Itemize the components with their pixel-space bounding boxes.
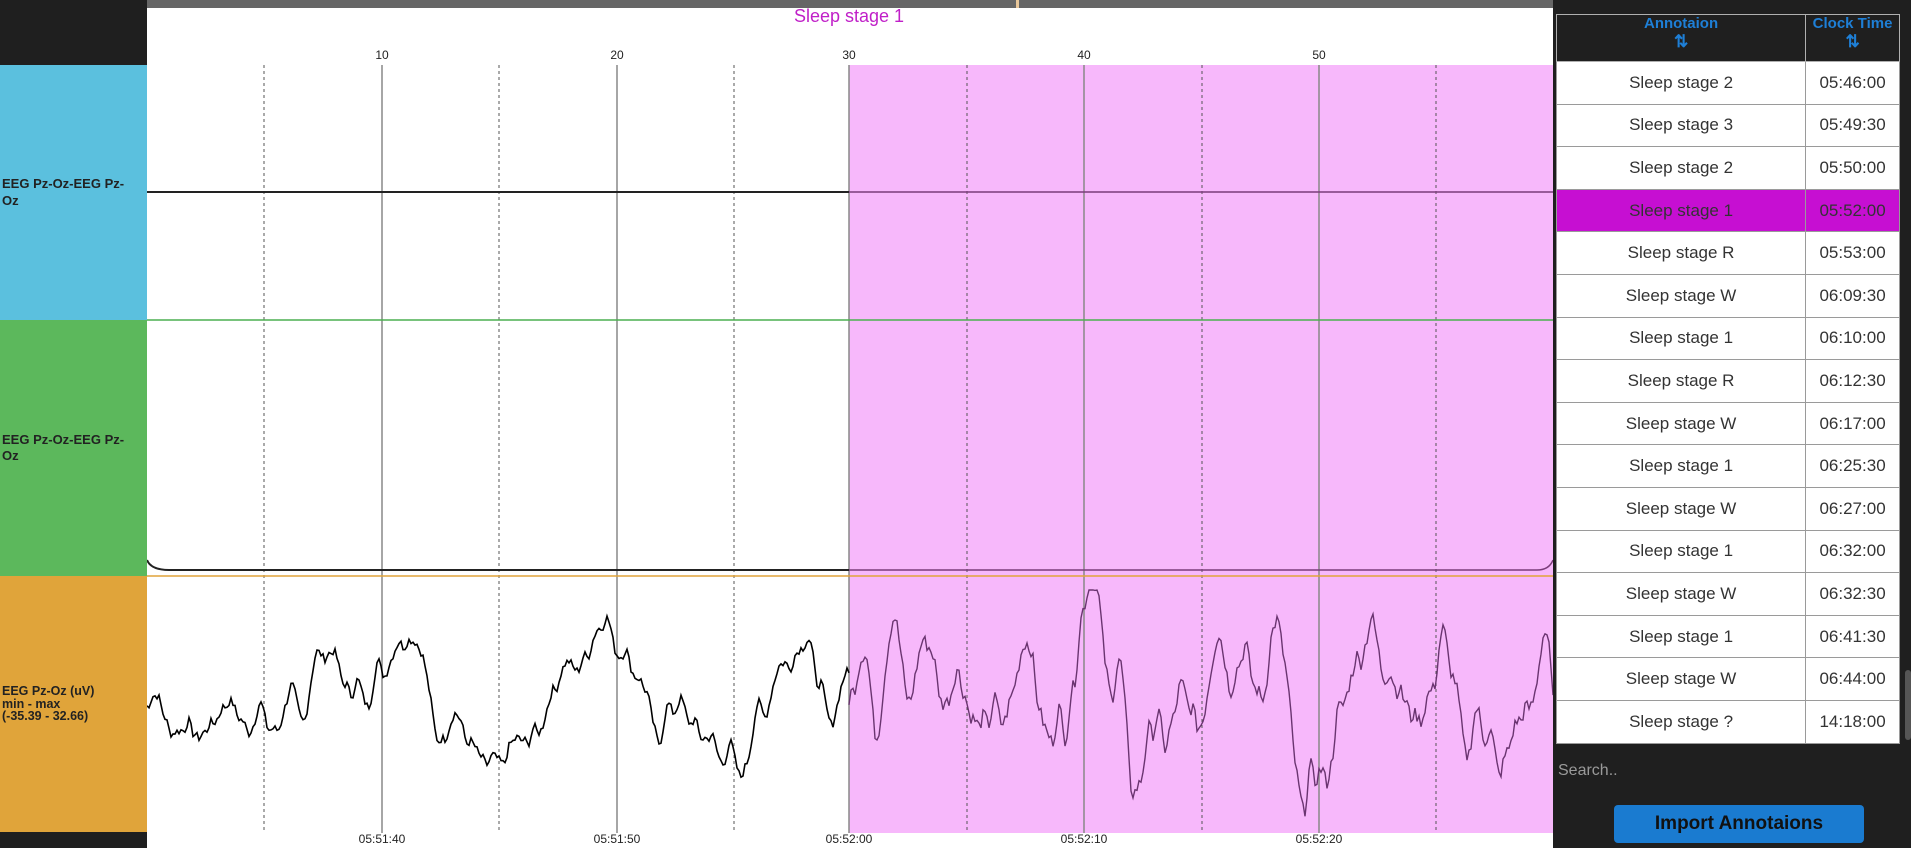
- annotation-cell[interactable]: Sleep stage 1: [1555, 188, 1807, 233]
- annotation-cell[interactable]: Sleep stage 1: [1555, 444, 1807, 488]
- annotation-row[interactable]: Sleep stage R 05:53:00: [1555, 231, 1900, 275]
- clock-time-column-label: Clock Time: [1812, 15, 1893, 32]
- annotation-row[interactable]: Sleep stage W 06:17:00: [1555, 401, 1900, 446]
- annotation-row[interactable]: Sleep stage 1 06:32:00: [1555, 529, 1900, 574]
- time-tick-label: 05:52:20: [1296, 832, 1343, 846]
- seconds-tick-label: 10: [375, 48, 389, 62]
- import-annotations-button[interactable]: Import Annotaions: [1614, 805, 1864, 843]
- annotation-side-panel: Annotaion ⇅ Clock Time ⇅ Sleep stage 2 05:4…: [1553, 0, 1911, 848]
- annotation-cell[interactable]: Sleep stage 1: [1555, 614, 1807, 659]
- seconds-tick-label: 50: [1312, 48, 1326, 62]
- annotation-cell[interactable]: Sleep stage R: [1555, 359, 1807, 403]
- clock-time-cell[interactable]: 06:44:00: [1805, 657, 1900, 701]
- annotation-row[interactable]: Sleep stage 1 05:52:00: [1555, 188, 1900, 233]
- clock-time-cell[interactable]: 06:32:00: [1805, 529, 1900, 574]
- annotation-row[interactable]: Sleep stage 1 06:41:30: [1555, 614, 1900, 659]
- annotation-row[interactable]: Sleep stage W 06:44:00: [1555, 657, 1900, 701]
- annotation-cell[interactable]: Sleep stage 2: [1555, 146, 1807, 190]
- channel-label-2: EEG Pz-Oz-EEG Pz- Oz: [0, 320, 147, 576]
- clock-time-cell[interactable]: 05:49:30: [1805, 103, 1900, 148]
- clock-time-cell[interactable]: 14:18:00: [1805, 699, 1900, 744]
- clock-time-cell[interactable]: 06:41:30: [1805, 614, 1900, 659]
- channel-labels-panel: EEG Pz-Oz-EEG Pz- Oz EEG Pz-Oz-EEG Pz- O…: [0, 0, 147, 848]
- annotation-row[interactable]: Sleep stage W 06:09:30: [1555, 273, 1900, 318]
- annotation-row[interactable]: Sleep stage 2 05:46:00: [1555, 61, 1900, 105]
- time-tick-label: 05:51:50: [594, 832, 641, 846]
- clock-time-cell[interactable]: 06:25:30: [1805, 444, 1900, 488]
- channel-label-3-text: EEG Pz-Oz (uV) min - max (-35.39 - 32.66…: [2, 684, 95, 724]
- annotation-column-header[interactable]: Annotaion ⇅: [1555, 14, 1807, 62]
- clock-time-cell[interactable]: 05:50:00: [1805, 146, 1900, 190]
- clock-time-cell[interactable]: 05:52:00: [1805, 188, 1900, 233]
- annotation-row[interactable]: Sleep stage 3 05:49:30: [1555, 103, 1900, 148]
- annotation-cell[interactable]: Sleep stage 3: [1555, 103, 1807, 148]
- table-scrollbar[interactable]: [1905, 670, 1911, 740]
- clock-time-cell[interactable]: 06:17:00: [1805, 401, 1900, 446]
- annotation-row[interactable]: Sleep stage ? 14:18:00: [1555, 699, 1900, 744]
- seconds-tick-label: 20: [610, 48, 624, 62]
- time-tick-label: 05:52:00: [826, 832, 873, 846]
- annotation-cell[interactable]: Sleep stage W: [1555, 401, 1807, 446]
- annotation-cell[interactable]: Sleep stage R: [1555, 231, 1807, 275]
- annotation-table: Annotaion ⇅ Clock Time ⇅ Sleep stage 2 05:4…: [1555, 14, 1900, 744]
- clock-time-column-header[interactable]: Clock Time ⇅: [1805, 14, 1900, 62]
- annotation-cell[interactable]: Sleep stage W: [1555, 572, 1807, 616]
- clock-time-cell[interactable]: 06:32:30: [1805, 572, 1900, 616]
- search-input[interactable]: [1556, 753, 1888, 787]
- clock-time-cell[interactable]: 06:12:30: [1805, 359, 1900, 403]
- clock-time-cell[interactable]: 05:46:00: [1805, 61, 1900, 105]
- signal-plot-svg[interactable]: Sleep stage 1 10 20 30 40 50 05:51:40 05:51:50…: [147, 0, 1553, 848]
- clock-time-cell[interactable]: 05:53:00: [1805, 231, 1900, 275]
- seconds-tick-label: 30: [842, 48, 856, 62]
- time-scrollbar-marker[interactable]: [1016, 0, 1019, 8]
- seconds-tick-label: 40: [1077, 48, 1091, 62]
- time-tick-label: 05:51:40: [359, 832, 406, 846]
- channel-label-1: EEG Pz-Oz-EEG Pz- Oz: [0, 65, 147, 320]
- annotation-column-label: Annotaion: [1643, 15, 1719, 32]
- channel-label-3: EEG Pz-Oz (uV) min - max (-35.39 - 32.66…: [0, 576, 147, 832]
- annotation-cell[interactable]: Sleep stage 2: [1555, 61, 1807, 105]
- annotation-row[interactable]: Sleep stage W 06:32:30: [1555, 572, 1900, 616]
- annotation-highlight-region[interactable]: [849, 65, 1553, 833]
- clock-time-cell[interactable]: 06:10:00: [1805, 316, 1900, 361]
- sort-arrows-icon[interactable]: ⇅: [1806, 33, 1899, 50]
- clock-time-cell[interactable]: 06:09:30: [1805, 273, 1900, 318]
- annotation-table-header: Annotaion ⇅ Clock Time ⇅: [1555, 14, 1900, 62]
- annotation-cell[interactable]: Sleep stage W: [1555, 486, 1807, 531]
- sort-arrows-icon[interactable]: ⇅: [1557, 33, 1805, 50]
- channel-label-2-text: EEG Pz-Oz-EEG Pz- Oz: [2, 431, 125, 463]
- annotation-row[interactable]: Sleep stage 1 06:25:30: [1555, 444, 1900, 488]
- annotation-title: Sleep stage 1: [794, 6, 904, 26]
- clock-time-cell[interactable]: 06:27:00: [1805, 486, 1900, 531]
- annotation-cell[interactable]: Sleep stage W: [1555, 273, 1807, 318]
- annotation-row[interactable]: Sleep stage 2 05:50:00: [1555, 146, 1900, 190]
- channel-label-1-text: EEG Pz-Oz-EEG Pz- Oz: [2, 176, 125, 208]
- annotation-cell[interactable]: Sleep stage W: [1555, 657, 1807, 701]
- annotation-row[interactable]: Sleep stage R 06:12:30: [1555, 359, 1900, 403]
- annotation-row[interactable]: Sleep stage 1 06:10:00: [1555, 316, 1900, 361]
- annotation-cell[interactable]: Sleep stage 1: [1555, 316, 1807, 361]
- annotation-cell[interactable]: Sleep stage ?: [1555, 699, 1807, 744]
- annotation-row[interactable]: Sleep stage W 06:27:00: [1555, 486, 1900, 531]
- time-tick-label: 05:52:10: [1061, 832, 1108, 846]
- signal-plot-area[interactable]: Sleep stage 1 10 20 30 40 50 05:51:40 05:51:50…: [147, 0, 1553, 848]
- annotation-cell[interactable]: Sleep stage 1: [1555, 529, 1807, 574]
